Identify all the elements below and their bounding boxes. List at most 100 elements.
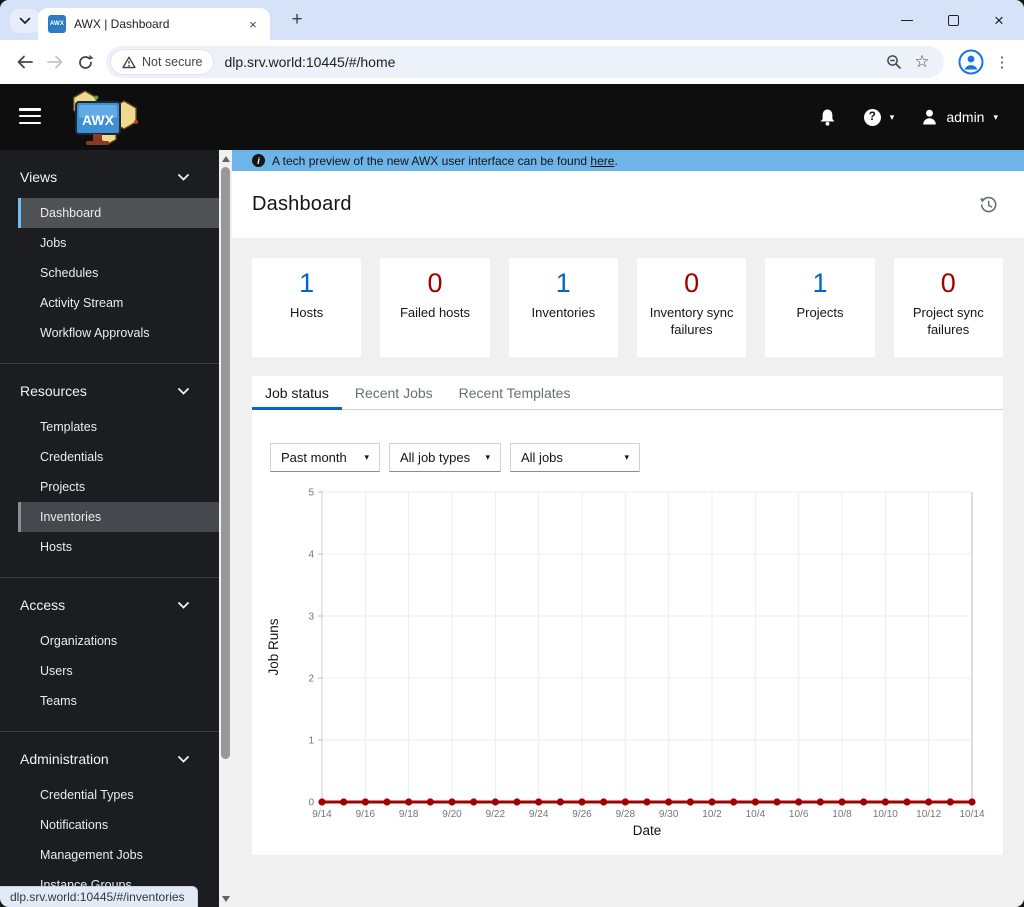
x-tick-label: 9/14 [312,809,332,820]
sidebar-item-templates[interactable]: Templates [18,412,219,442]
sidebar-item-activity-stream[interactable]: Activity Stream [18,288,219,318]
sidebar-item-credentials[interactable]: Credentials [18,442,219,472]
activity-history-icon[interactable] [979,196,998,214]
scroll-down-button[interactable] [219,891,232,906]
data-point[interactable] [513,798,521,806]
reload-icon [78,54,94,69]
data-point[interactable] [361,798,369,806]
nav-group-label: Resources [20,383,87,399]
data-point[interactable] [470,798,478,806]
sidebar-item-organizations[interactable]: Organizations [18,626,219,656]
sidebar-item-teams[interactable]: Teams [18,686,219,716]
stat-card-project-sync-failures[interactable]: 0 Project sync failures [893,258,1003,357]
data-point[interactable] [946,798,954,806]
user-caret-icon: ▾ [993,111,998,122]
bookmark-button[interactable]: ☆ [908,48,936,76]
notifications-bell-icon[interactable] [819,108,836,127]
data-point[interactable] [881,798,889,806]
data-point[interactable] [643,798,651,806]
tab-recent-templates[interactable]: Recent Templates [446,376,584,409]
nav-group-header-access[interactable]: Access [0,591,219,619]
filter-select-past-month[interactable]: Past month ▾ [270,443,380,472]
url-text[interactable]: dlp.srv.world:10445/#/home [224,54,880,70]
data-point[interactable] [318,798,326,806]
data-point[interactable] [383,798,391,806]
tab-close-icon[interactable]: × [244,15,262,33]
awx-logo[interactable]: AWX [56,88,148,153]
nav-group-header-views[interactable]: Views [0,163,219,191]
data-point[interactable] [903,798,911,806]
scroll-up-button[interactable] [219,151,232,166]
tab-search-button[interactable] [10,9,40,33]
data-point[interactable] [665,798,673,806]
sidebar-item-hosts[interactable]: Hosts [18,532,219,562]
back-button[interactable] [10,47,40,77]
browser-menu-button[interactable]: ⋮ [990,53,1014,71]
security-chip[interactable]: Not secure [111,50,214,74]
data-point[interactable] [968,798,976,806]
stat-card-projects[interactable]: 1 Projects [765,258,875,357]
stat-card-inventories[interactable]: 1 Inventories [508,258,618,357]
back-arrow-icon [17,55,33,69]
window-close-button[interactable]: × [976,0,1022,40]
content-scrollbar[interactable] [219,150,232,907]
sidebar-item-users[interactable]: Users [18,656,219,686]
data-point[interactable] [686,798,694,806]
url-bar[interactable]: Not secure dlp.srv.world:10445/#/home ☆ [106,46,944,78]
y-tick-label: 1 [308,736,314,747]
help-menu[interactable]: ? ▾ [863,108,894,126]
data-point[interactable] [600,798,608,806]
data-point[interactable] [795,798,803,806]
browser-tab[interactable]: AWX AWX | Dashboard × [38,8,270,40]
sidebar-item-inventories[interactable]: Inventories [18,502,219,532]
stat-card-inventory-sync-failures[interactable]: 0 Inventory sync failures [636,258,747,357]
data-point[interactable] [535,798,543,806]
zoom-out-button[interactable] [880,48,908,76]
nav-group-header-resources[interactable]: Resources [0,377,219,405]
data-point[interactable] [448,798,456,806]
sidebar-item-management-jobs[interactable]: Management Jobs [18,840,219,870]
data-point[interactable] [491,798,499,806]
profile-button[interactable] [956,47,986,77]
sidebar-item-schedules[interactable]: Schedules [18,258,219,288]
data-point[interactable] [426,798,434,806]
nav-group-header-administration[interactable]: Administration [0,745,219,773]
data-point[interactable] [773,798,781,806]
sidebar-item-jobs[interactable]: Jobs [18,228,219,258]
sidebar-item-notifications[interactable]: Notifications [18,810,219,840]
reload-button[interactable] [70,47,100,77]
data-point[interactable] [730,798,738,806]
new-tab-button[interactable]: + [284,7,310,33]
data-point[interactable] [578,798,586,806]
nav-toggle-button[interactable] [19,108,41,128]
data-point[interactable] [751,798,759,806]
filter-select-all-job-types[interactable]: All job types ▾ [389,443,501,472]
sidebar-item-dashboard[interactable]: Dashboard [18,198,219,228]
y-tick-label: 2 [308,674,314,685]
help-icon: ? [863,108,881,126]
sidebar-item-credential-types[interactable]: Credential Types [18,780,219,810]
filter-select-all-jobs[interactable]: All jobs ▾ [510,443,640,472]
scrollbar-thumb[interactable] [221,167,230,759]
stat-card-failed-hosts[interactable]: 0 Failed hosts [380,258,490,357]
user-menu[interactable]: admin ▾ [922,109,998,125]
window-maximize-button[interactable] [930,0,976,40]
tab-recent-jobs[interactable]: Recent Jobs [342,376,446,409]
stat-card-hosts[interactable]: 1 Hosts [252,258,362,357]
data-point[interactable] [621,798,629,806]
data-point[interactable] [340,798,348,806]
sidebar-item-projects[interactable]: Projects [18,472,219,502]
sidebar-item-workflow-approvals[interactable]: Workflow Approvals [18,318,219,348]
data-point[interactable] [556,798,564,806]
data-point[interactable] [405,798,413,806]
data-point[interactable] [838,798,846,806]
data-point[interactable] [925,798,933,806]
data-point[interactable] [816,798,824,806]
tab-job-status[interactable]: Job status [252,376,342,410]
window-minimize-button[interactable] [884,0,930,40]
forward-button[interactable] [40,47,70,77]
nav-group-label: Administration [20,751,109,767]
data-point[interactable] [708,798,716,806]
data-point[interactable] [860,798,868,806]
banner-here-link[interactable]: here [590,154,614,168]
